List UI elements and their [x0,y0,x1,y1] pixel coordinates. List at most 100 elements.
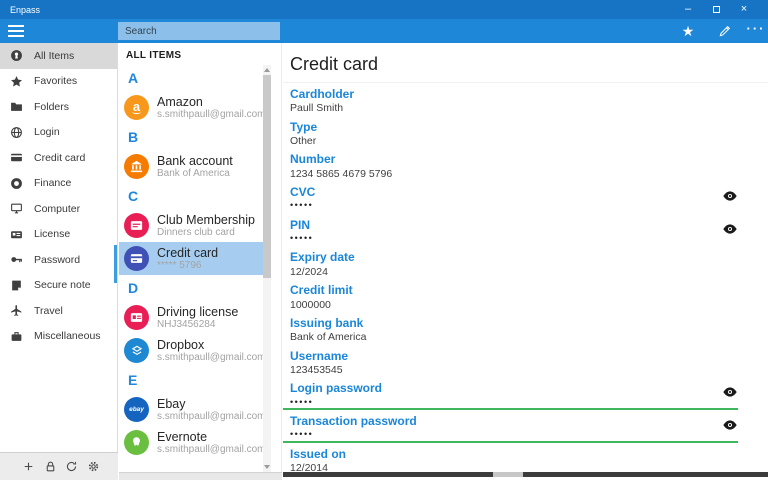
field-value: Paull Smith [290,102,738,115]
sidebar-item-label: Login [34,126,60,138]
sidebar-item-label: Computer [34,203,80,215]
credit-card-icon [10,151,23,164]
field-cvc: CVC ••••• [290,185,738,218]
toolbar: ★ ··· [0,19,768,43]
list-scrollbar[interactable] [263,65,271,472]
folder-icon [10,100,23,113]
settings-gear-icon[interactable] [87,460,100,473]
field-value: Bank of America [290,331,738,344]
field-label: Cardholder [290,87,738,101]
vault-icon [10,49,23,62]
close-button[interactable]: × [730,0,758,19]
item-subtitle: NHJ3456284 [157,319,238,331]
sidebar-item-secure-note[interactable]: Secure note [0,273,117,299]
add-icon[interactable] [22,460,35,473]
license-icon [10,228,23,241]
sidebar-item-password[interactable]: Password [0,247,117,273]
field-label: CVC [290,185,738,199]
sidebar-item-label: Favorites [34,75,77,87]
driving-license-icon [124,305,149,330]
globe-icon [10,126,23,139]
hamburger-menu-icon[interactable] [8,25,24,37]
field-label: Type [290,120,738,134]
detail-horizontal-scrollbar-track-gap [493,472,523,477]
detail-fields: Cardholder Paull Smith Type Other Number… [283,83,738,479]
sidebar-scrollbar-thumb[interactable] [114,245,117,283]
field-pin: PIN ••••• [290,218,738,251]
section-letter: E [119,367,281,393]
section-letter: A [119,65,281,91]
title-bar: Enpass – × [0,0,768,19]
lock-icon[interactable] [44,460,57,473]
sidebar-item-travel[interactable]: Travel [0,298,117,324]
reveal-eye-icon[interactable] [722,386,738,398]
sidebar-item-all-items[interactable]: All Items [0,43,117,69]
field-label: PIN [290,218,738,232]
list-item-credit-card[interactable]: Credit card ***** 5796 [119,242,263,275]
search-input[interactable] [118,22,280,40]
sidebar-item-finance[interactable]: Finance [0,171,117,197]
list-item-dropbox[interactable]: Dropbox s.smithpaull@gmail.com [119,334,263,367]
field-value: 123453545 [290,364,738,377]
reveal-eye-icon[interactable] [722,419,738,431]
field-value: Other [290,135,738,148]
sidebar-item-miscellaneous[interactable]: Miscellaneous [0,324,117,350]
sidebar-item-folders[interactable]: Folders [0,94,117,120]
list-item-ebay[interactable]: ebay Ebay s.smithpaull@gmail.com [119,393,263,426]
sidebar-item-label: Password [34,254,80,266]
sidebar-item-label: Secure note [34,279,91,291]
list-header: ALL ITEMS [119,43,281,65]
field-issuing-bank: Issuing bank Bank of America [290,316,738,349]
list-item-bank-account[interactable]: Bank account Bank of America [119,150,263,183]
favorite-star-icon[interactable]: ★ [678,22,698,40]
detail-panel: Credit card Cardholder Paull Smith Type … [283,43,768,480]
sidebar-item-favorites[interactable]: Favorites [0,69,117,95]
field-label: Expiry date [290,250,738,264]
more-options-icon[interactable]: ··· [746,22,766,40]
briefcase-icon [10,330,23,343]
list-scrollbar-thumb[interactable] [263,75,271,278]
maximize-icon [713,6,720,13]
sidebar-item-label: All Items [34,50,74,62]
minimize-button[interactable]: – [674,0,702,19]
sync-icon[interactable] [65,460,78,473]
sidebar-item-credit-card[interactable]: Credit card [0,145,117,171]
field-value: 1234 5865 4679 5796 [290,168,738,181]
item-title: Driving license [157,305,238,319]
detail-horizontal-scrollbar[interactable] [283,472,768,477]
list-item-club-membership[interactable]: Club Membership Dinners club card [119,209,263,242]
dropbox-icon [124,338,149,363]
field-login-password: Login password ••••• [290,381,738,414]
item-title: Bank account [157,154,233,168]
item-title: Evernote [157,430,263,444]
edit-pencil-icon[interactable] [715,22,735,40]
maximize-button[interactable] [702,0,730,19]
scrollbar-down-arrow[interactable] [264,465,270,469]
sidebar-item-license[interactable]: License [0,222,117,248]
reveal-eye-icon[interactable] [722,190,738,202]
section-letter: C [119,183,281,209]
window-controls: – × [674,0,758,19]
item-title: Amazon [157,95,263,109]
key-icon [10,253,23,266]
list-item-evernote[interactable]: Evernote s.smithpaull@gmail.com [119,426,263,459]
section-letter: B [119,124,281,150]
sidebar-item-login[interactable]: Login [0,120,117,146]
membership-card-icon [124,213,149,238]
list-item-amazon[interactable]: a Amazon s.smithpaull@gmail.com [119,91,263,124]
field-label: Transaction password [290,414,738,428]
list-item-driving-license[interactable]: Driving license NHJ3456284 [119,301,263,334]
scrollbar-up-arrow[interactable] [264,68,270,72]
field-type: Type Other [290,120,738,153]
amazon-icon: a [124,95,149,120]
evernote-elephant-icon [124,430,149,455]
app-title: Enpass [10,5,40,15]
item-subtitle: Dinners club card [157,227,255,239]
field-label: Number [290,152,738,166]
field-label: Login password [290,381,738,395]
sidebar-item-computer[interactable]: Computer [0,196,117,222]
ebay-icon: ebay [124,397,149,422]
reveal-eye-icon[interactable] [722,223,738,235]
sidebar-item-label: Finance [34,177,71,189]
field-value-masked: ••••• [290,200,738,211]
